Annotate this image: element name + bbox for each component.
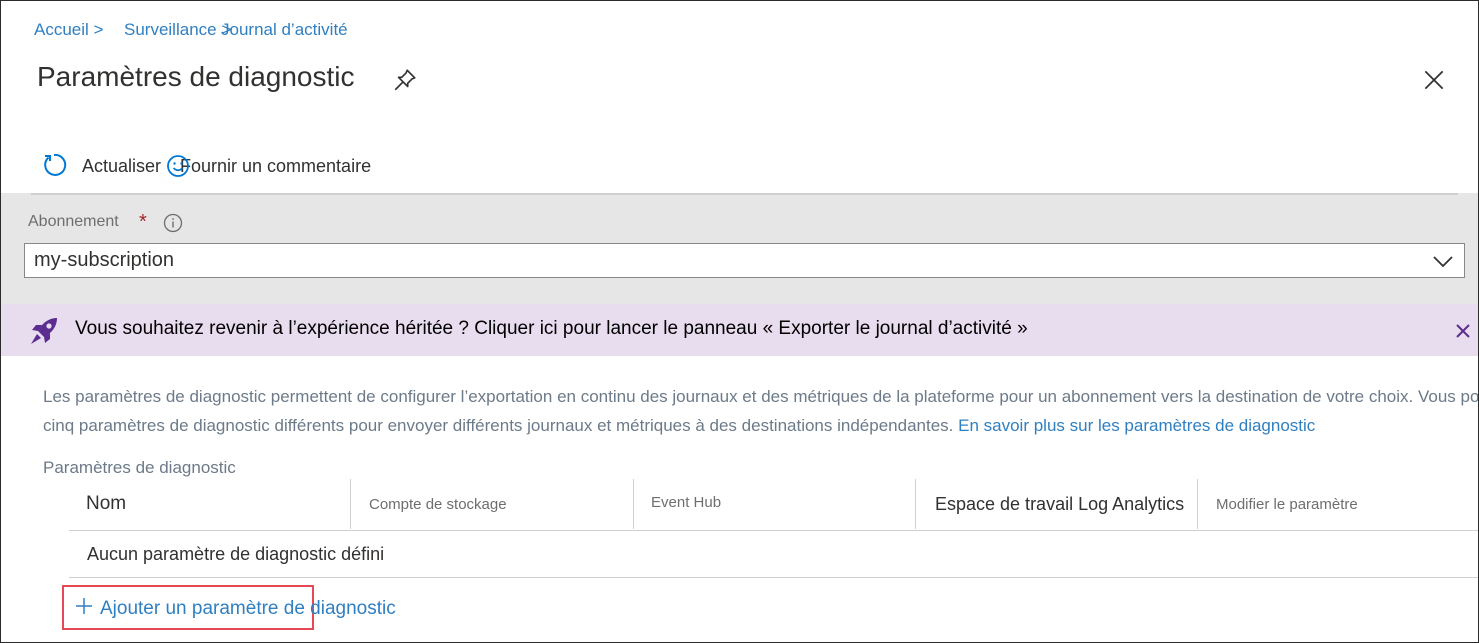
refresh-button[interactable]: Actualiser — [82, 151, 161, 181]
required-marker: * — [139, 211, 147, 233]
breadcrumb-home[interactable]: Accueil > — [34, 20, 103, 40]
description: Les paramètres de diagnostic permettent … — [43, 382, 1479, 440]
breadcrumb-activity-log[interactable]: Journal d’activité — [221, 20, 348, 40]
pin-icon[interactable] — [392, 67, 418, 93]
chevron-down-icon — [1433, 256, 1453, 268]
description-line-1: Les paramètres de diagnostic permettent … — [43, 387, 1479, 406]
column-header-log-analytics: Espace de travail Log Analytics — [935, 493, 1185, 514]
plus-icon — [76, 598, 92, 614]
breadcrumb-monitor[interactable]: Surveillance > — [124, 20, 231, 40]
close-icon[interactable] — [1454, 322, 1472, 340]
feedback-button[interactable]: Fournir un commentaire — [180, 151, 371, 181]
add-diagnostic-setting-label[interactable]: Ajouter un paramètre de diagnostic — [100, 598, 396, 620]
subscription-selected-value: my-subscription — [34, 249, 175, 271]
empty-message: Aucun paramètre de diagnostic défini — [87, 544, 385, 564]
toolbar-divider — [31, 193, 1458, 195]
diagnostic-settings-blade: Accueil > Surveillance > Journal d’activ… — [0, 0, 1479, 643]
column-header-name: Nom — [86, 493, 127, 514]
rocket-icon — [31, 318, 57, 344]
refresh-icon[interactable] — [41, 152, 67, 178]
column-divider — [633, 479, 634, 529]
description-line-2-text: cinq paramètres de diagnostic différents… — [43, 416, 954, 435]
subscription-dropdown[interactable]: my-subscription — [24, 243, 1465, 278]
info-icon[interactable] — [163, 213, 183, 233]
table-row: Aucun paramètre de diagnostic défini — [69, 531, 1478, 578]
column-divider — [1197, 479, 1198, 529]
smiley-icon — [167, 155, 189, 177]
subscription-label: Abonnement — [28, 213, 119, 230]
learn-more-link[interactable]: En savoir plus sur les paramètres de dia… — [958, 416, 1315, 435]
page-title: Paramètres de diagnostic — [37, 61, 355, 92]
column-header-edit: Modifier le paramètre — [1216, 495, 1358, 513]
column-header-storage: Compte de stockage — [369, 495, 507, 513]
table-header: Nom Compte de stockage Event Hub Espace … — [69, 479, 1478, 531]
column-header-event-hub: Event Hub — [651, 493, 722, 511]
banner-message[interactable]: Vous souhaitez revenir à l’expérience hé… — [75, 318, 1028, 340]
column-divider — [350, 479, 351, 529]
close-icon[interactable] — [1421, 67, 1447, 93]
description-line-2: cinq paramètres de diagnostic différents… — [43, 411, 1478, 440]
section-label: Paramètres de diagnostic — [43, 458, 236, 477]
column-divider — [915, 479, 916, 529]
